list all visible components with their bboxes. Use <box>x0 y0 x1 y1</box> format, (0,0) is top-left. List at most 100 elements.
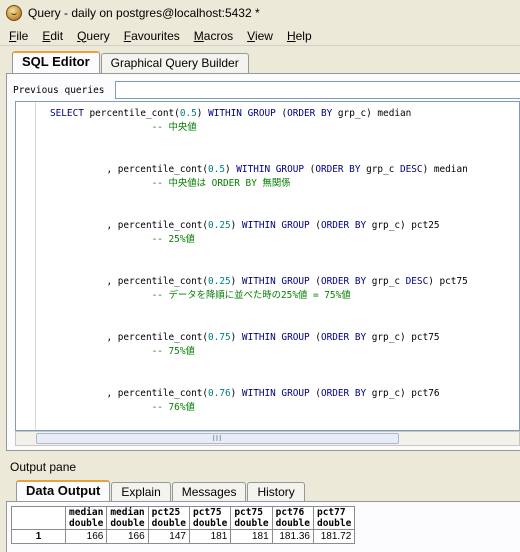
sql-keyword: WITHIN GROUP <box>208 108 282 119</box>
window-title: Query - daily on postgres@localhost:5432… <box>28 6 260 20</box>
tab-history[interactable]: History <box>247 482 305 502</box>
column-type: double <box>316 518 352 529</box>
sql-text: ) <box>230 332 242 343</box>
column-name: pct77 <box>316 507 346 518</box>
column-header[interactable]: pct77 double <box>312 506 356 530</box>
column-header[interactable]: pct25 double <box>147 506 190 530</box>
menu-help[interactable]: Help <box>280 29 319 43</box>
code-line: , percentile_cont(0.76) WITHIN GROUP (OR… <box>50 387 468 401</box>
tab-sql-editor[interactable]: SQL Editor <box>12 51 100 73</box>
sql-keyword: WITHIN GROUP <box>241 220 316 231</box>
code-line: , percentile_cont(0.25) WITHIN GROUP (OR… <box>50 219 468 233</box>
editor-tabs: SQL Editor Graphical Query Builder <box>12 51 250 73</box>
grid-corner[interactable] <box>11 506 66 530</box>
table-cell[interactable]: 181.72 <box>312 529 356 544</box>
menu-edit[interactable]: Edit <box>35 29 70 43</box>
column-name: median <box>69 507 104 518</box>
sql-comment: -- 中央値 <box>151 122 197 133</box>
sql-keyword: DESC <box>400 164 423 175</box>
sql-text: ) <box>230 220 242 231</box>
table-cell[interactable]: 166 <box>64 529 108 544</box>
sql-text: grp_c) pct76 <box>371 388 440 399</box>
title-bar: Query - daily on postgres@localhost:5432… <box>0 0 520 26</box>
column-header[interactable]: pct76 double <box>271 506 314 530</box>
sql-keyword: SELECT <box>50 108 90 119</box>
table-cell[interactable]: 147 <box>147 529 190 544</box>
sql-text: ) <box>224 164 237 175</box>
sql-keyword: ORDER BY <box>287 108 338 119</box>
sql-text: , percentile_cont( <box>50 332 209 343</box>
sql-text: ) median <box>422 164 468 175</box>
column-header[interactable]: median double <box>64 506 108 530</box>
sql-number: 0.5 <box>179 108 197 119</box>
sql-text: percentile_cont( <box>89 108 180 119</box>
code-line: -- 25%値 <box>50 233 468 247</box>
sql-text: ) <box>196 108 209 119</box>
sql-keyword: WITHIN GROUP <box>241 276 316 287</box>
column-type: double <box>151 518 186 529</box>
sql-number: 0.25 <box>208 276 231 287</box>
sql-editor-panel: Previous queries SELECT percentile_cont(… <box>6 73 520 451</box>
data-output-panel: median double median double pct25 double pct75… <box>6 501 520 552</box>
previous-queries-row: Previous queries <box>13 80 520 100</box>
column-name: median <box>110 507 145 518</box>
horizontal-scrollbar[interactable]: III <box>15 431 520 446</box>
scrollbar-thumb[interactable]: III <box>36 433 399 444</box>
sql-keyword: WITHIN GROUP <box>236 164 310 175</box>
code-line: -- データを降順に並べた時の25%値 = 75%値 <box>50 289 468 303</box>
previous-queries-dropdown[interactable] <box>115 81 520 99</box>
table-row[interactable]: 1 166 166 147 181 181 181.36 181.72 <box>11 529 356 544</box>
sql-comment: -- 25%値 <box>151 234 195 245</box>
sql-text: ) <box>230 276 242 287</box>
sql-text: grp_c) pct25 <box>371 220 440 231</box>
column-type: double <box>69 518 104 529</box>
code-line: -- 76%値 <box>50 401 468 415</box>
table-cell[interactable]: 181 <box>230 529 273 544</box>
sql-keyword: WITHIN GROUP <box>241 332 316 343</box>
code-line: , percentile_cont(0.75) WITHIN GROUP (OR… <box>50 331 468 345</box>
column-type: double <box>275 518 310 529</box>
menu-bar: File Edit Query Favourites Macros View Help <box>0 26 520 46</box>
column-name: pct25 <box>151 507 181 518</box>
sql-keyword: ORDER BY <box>320 220 372 231</box>
sql-comment: -- 中央値は ORDER BY 無関係 <box>151 178 291 189</box>
sql-comment: -- 76%値 <box>151 402 195 413</box>
table-cell[interactable]: 166 <box>106 529 149 544</box>
sql-comment: -- データを降順に並べた時の25%値 = 75%値 <box>151 290 351 301</box>
column-type: double <box>192 518 228 529</box>
sql-text: ) pct75 <box>428 276 468 287</box>
sql-text: ) <box>230 388 242 399</box>
menu-view[interactable]: View <box>240 29 280 43</box>
menu-file[interactable]: File <box>2 29 35 43</box>
column-header[interactable]: pct75 double <box>230 506 273 530</box>
table-cell[interactable]: 181.36 <box>271 529 314 544</box>
column-header[interactable]: pct75 double <box>188 506 232 530</box>
column-header[interactable]: median double <box>106 506 149 530</box>
sql-number: 0.5 <box>208 164 225 175</box>
sql-number: 0.76 <box>208 388 231 399</box>
previous-queries-label: Previous queries <box>13 84 105 96</box>
sql-code[interactable]: SELECT percentile_cont(0.5) WITHIN GROUP… <box>50 107 468 430</box>
column-name: pct76 <box>275 507 305 518</box>
menu-macros[interactable]: Macros <box>187 29 240 43</box>
menu-query[interactable]: Query <box>70 29 117 43</box>
sql-editor[interactable]: SELECT percentile_cont(0.5) WITHIN GROUP… <box>15 101 520 431</box>
code-line: -- 75%値 <box>50 345 468 359</box>
column-type: double <box>234 518 269 529</box>
sql-keyword: ORDER BY <box>320 276 372 287</box>
row-number[interactable]: 1 <box>11 529 66 544</box>
tab-graphical-query-builder[interactable]: Graphical Query Builder <box>100 53 249 73</box>
tab-data-output[interactable]: Data Output <box>16 480 111 502</box>
sql-text: , percentile_cont( <box>50 276 209 287</box>
menu-favourites[interactable]: Favourites <box>117 29 187 43</box>
sql-text: , percentile_cont( <box>50 164 209 175</box>
tab-explain[interactable]: Explain <box>111 482 171 502</box>
tab-messages[interactable]: Messages <box>171 482 247 502</box>
table-cell[interactable]: 181 <box>188 529 232 544</box>
result-grid[interactable]: median double median double pct25 double pct75… <box>11 506 356 544</box>
